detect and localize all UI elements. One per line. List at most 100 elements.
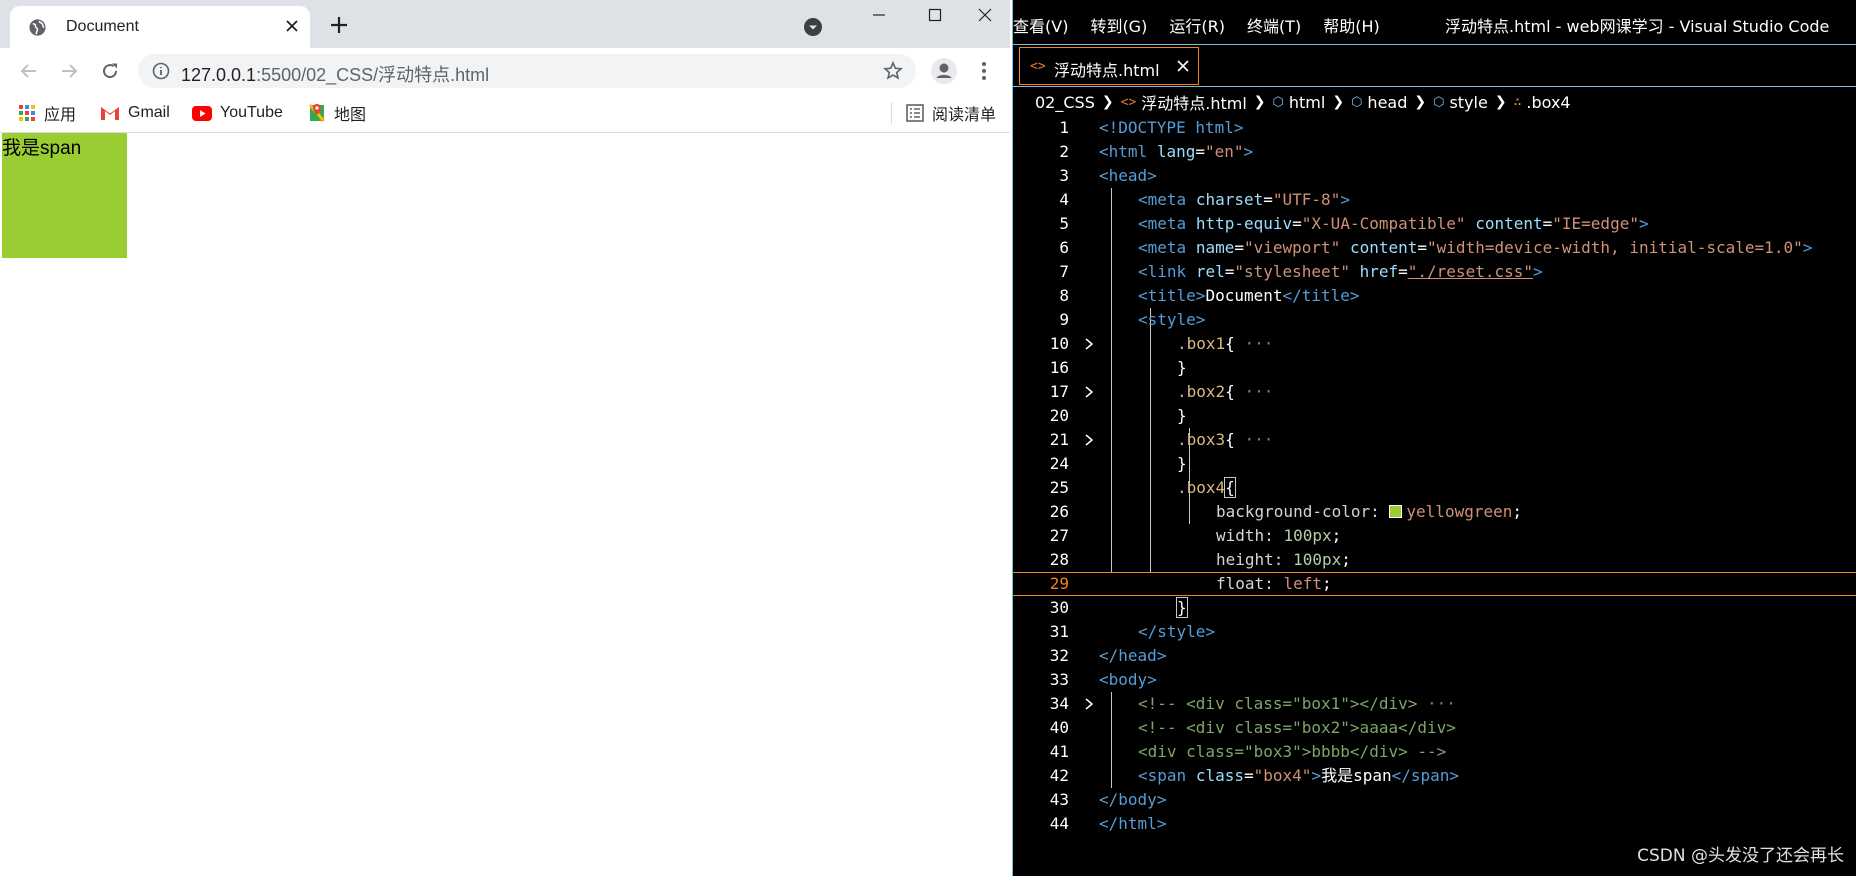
line-number: 2 [1059, 142, 1069, 161]
code-line[interactable]: 33 <body> [1013, 668, 1856, 692]
code-text: <meta name="viewport" content="width=dev… [1138, 238, 1813, 257]
line-number: 17 [1049, 382, 1069, 401]
fold-chevron-right-icon[interactable] [1083, 335, 1095, 353]
code-text: <div class="box3">bbbb</div> --> [1138, 742, 1447, 761]
menu-help[interactable]: 帮助(H) [1323, 13, 1380, 37]
code-line[interactable]: 6 <meta name="viewport" content="width=d… [1013, 236, 1856, 260]
bookmark-maps[interactable]: 地图 [308, 102, 366, 124]
code-text: } [1177, 454, 1187, 473]
breadcrumb-folder[interactable]: 02_CSS [1035, 93, 1095, 112]
code-editor[interactable]: 1 <!DOCTYPE html> 2 <html lang="en"> 3 <… [1013, 116, 1856, 836]
back-arrow-icon[interactable] [15, 57, 43, 85]
bookmark-apps[interactable]: 应用 [18, 102, 76, 124]
address-bar[interactable]: 127.0.0.1:5500/02_CSS/浮动特点.html [138, 54, 916, 88]
breadcrumb-html[interactable]: html [1289, 93, 1325, 112]
watermark: CSDN @头发没了还会再长 [1637, 846, 1844, 866]
line-number: 9 [1059, 310, 1069, 329]
url-text[interactable]: 127.0.0.1:5500/02_CSS/浮动特点.html [181, 61, 489, 87]
new-tab-plus-icon[interactable] [328, 14, 350, 36]
code-line[interactable]: 1 <!DOCTYPE html> [1013, 116, 1856, 140]
code-line[interactable]: 9 <style> [1013, 308, 1856, 332]
code-line[interactable]: 7 <link rel="stylesheet" href="./reset.c… [1013, 260, 1856, 284]
code-line[interactable]: 34 <!-- <div class="box1"></div> ··· [1013, 692, 1856, 716]
code-text: </body> [1099, 790, 1167, 809]
code-line[interactable]: 31 </style> [1013, 620, 1856, 644]
code-line[interactable]: 40 <!-- <div class="box2">aaaa</div> [1013, 716, 1856, 740]
fold-chevron-right-icon[interactable] [1083, 431, 1095, 449]
breadcrumb-head[interactable]: head [1367, 93, 1407, 112]
code-line[interactable]: 21 .box3{ ··· [1013, 428, 1856, 452]
maximize-icon[interactable] [912, 0, 958, 30]
code-line[interactable]: 26 background-color: yellowgreen; [1013, 500, 1856, 524]
close-window-icon[interactable] [962, 0, 1008, 30]
code-line[interactable]: 5 <meta http-equiv="X-UA-Compatible" con… [1013, 212, 1856, 236]
code-line[interactable]: 41 <div class="box3">bbbb</div> --> [1013, 740, 1856, 764]
line-number: 21 [1049, 430, 1069, 449]
menu-view[interactable]: 查看(V) [1013, 13, 1068, 37]
vscode-titlebar: 查看(V) 转到(G) 运行(R) 终端(T) 帮助(H) 浮动特点.html … [1013, 0, 1856, 45]
bookmark-gmail[interactable]: Gmail [100, 102, 170, 124]
maps-icon [308, 104, 326, 122]
line-number: 33 [1049, 670, 1069, 689]
bookmark-youtube[interactable]: YouTube [192, 102, 283, 124]
code-line[interactable]: 42 <span class="box4">我是span</span> [1013, 764, 1856, 788]
reload-icon[interactable] [96, 57, 124, 85]
bookmark-label: 应用 [44, 107, 77, 124]
color-swatch[interactable] [1389, 505, 1403, 518]
site-info-icon[interactable] [152, 62, 170, 80]
code-line[interactable]: 27 width: 100px; [1013, 524, 1856, 548]
code-text: <body> [1099, 670, 1157, 689]
apps-grid-icon [19, 105, 35, 121]
url-path: :5500/02_CSS/浮动特点.html [256, 65, 490, 85]
breadcrumb-style[interactable]: style [1449, 93, 1487, 112]
breadcrumb-selector[interactable]: .box4 [1526, 93, 1570, 112]
reading-list-button[interactable]: 阅读清单 [906, 102, 996, 124]
close-tab-icon[interactable] [282, 16, 302, 36]
tab-search-chevron-icon[interactable] [803, 17, 823, 37]
tab-document[interactable]: Document [10, 6, 310, 48]
menu-terminal[interactable]: 终端(T) [1247, 13, 1301, 37]
code-line[interactable]: 25 .box4{ [1013, 476, 1856, 500]
editor-tab-active[interactable]: <> 浮动特点.html [1019, 47, 1199, 85]
close-editor-icon[interactable] [1172, 55, 1194, 77]
code-line[interactable]: 32 </head> [1013, 644, 1856, 668]
code-line[interactable]: 24 } [1013, 452, 1856, 476]
code-line[interactable]: 44 </html> [1013, 812, 1856, 836]
code-line[interactable]: 28 height: 100px; [1013, 548, 1856, 572]
code-line[interactable]: 16 } [1013, 356, 1856, 380]
code-line[interactable]: 2 <html lang="en"> [1013, 140, 1856, 164]
bookmark-star-icon[interactable] [883, 61, 903, 81]
line-number: 44 [1049, 814, 1069, 833]
code-line[interactable]: 17 .box2{ ··· [1013, 380, 1856, 404]
line-number: 30 [1049, 598, 1069, 617]
fold-chevron-right-icon[interactable] [1083, 383, 1095, 401]
line-number: 34 [1049, 694, 1069, 713]
code-line[interactable]: 43 </body> [1013, 788, 1856, 812]
kebab-menu-icon[interactable] [974, 57, 994, 85]
youtube-icon [192, 105, 212, 121]
code-text: <style> [1138, 310, 1206, 329]
code-line[interactable]: 10 .box1{ ··· [1013, 332, 1856, 356]
forward-arrow-icon[interactable] [55, 57, 83, 85]
code-line[interactable]: 4 <meta charset="UTF-8"> [1013, 188, 1856, 212]
menu-run[interactable]: 运行(R) [1169, 13, 1225, 37]
code-text: </html> [1099, 814, 1167, 833]
minimize-icon[interactable] [856, 0, 902, 30]
code-line[interactable]: 3 <head> [1013, 164, 1856, 188]
chevron-right-icon: ❯ [1332, 94, 1345, 110]
profile-avatar-icon[interactable] [930, 57, 958, 85]
fold-chevron-right-icon[interactable] [1083, 695, 1095, 713]
bookmark-label: 地图 [334, 107, 367, 124]
menu-goto[interactable]: 转到(G) [1090, 13, 1147, 37]
code-line-current[interactable]: 29 float: left; [1013, 572, 1856, 596]
tab-title: Document [66, 18, 139, 35]
code-line[interactable]: 20 } [1013, 404, 1856, 428]
code-line[interactable]: 8 <title>Document</title> [1013, 284, 1856, 308]
breadcrumb-file[interactable]: 浮动特点.html [1141, 90, 1247, 114]
html-file-icon: <> [1030, 59, 1046, 74]
code-text: <head> [1099, 166, 1157, 185]
floated-span-box: 我是span [2, 133, 127, 258]
code-line[interactable]: 30 } [1013, 596, 1856, 620]
code-text: <!-- <div class="box1"></div> ··· [1138, 694, 1456, 713]
chevron-right-icon: ❯ [1414, 94, 1427, 110]
